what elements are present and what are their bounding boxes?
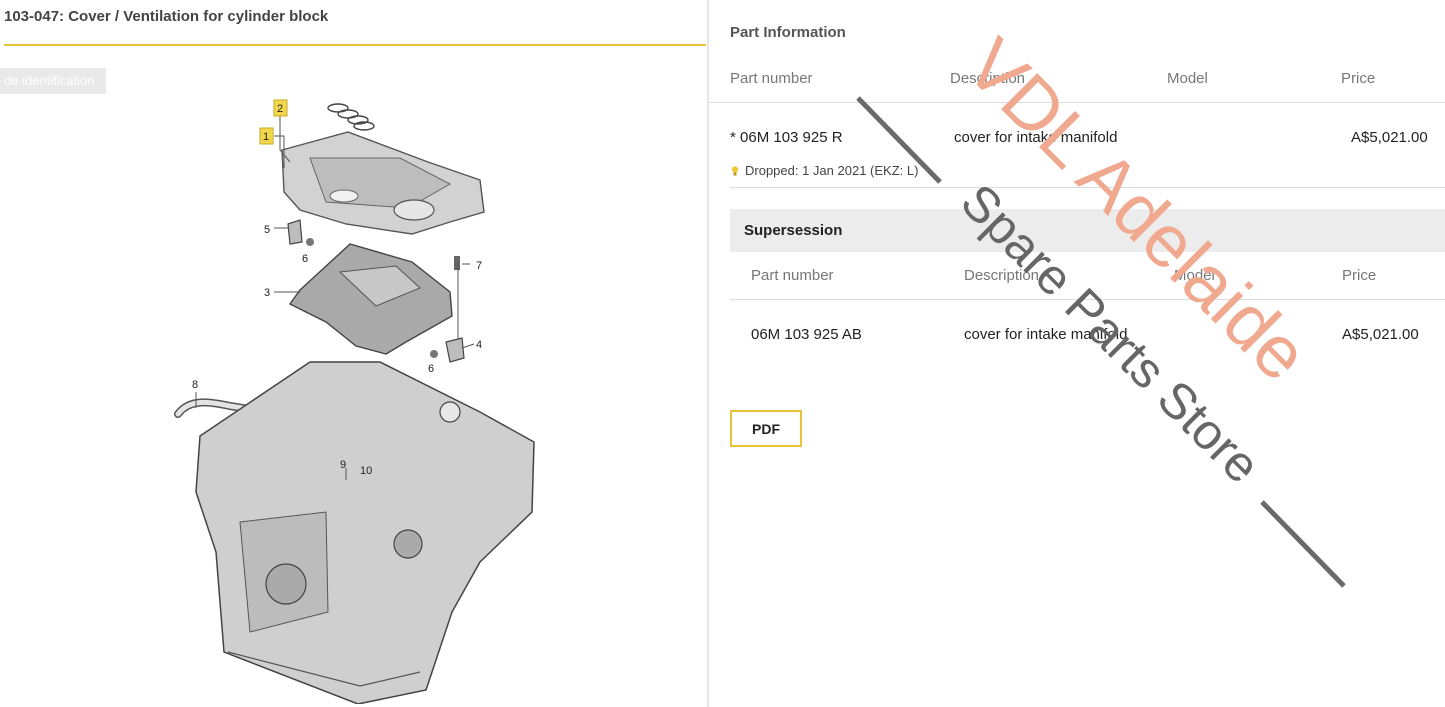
part-description: cover for intake manifold <box>954 129 1118 146</box>
supersession-header-divider <box>730 299 1445 300</box>
part-information-panel: Part Information Part number Description… <box>709 0 1445 707</box>
column-header-description[interactable]: Description <box>950 70 1025 87</box>
supersession-description: cover for intake manifold <box>964 326 1128 343</box>
callout-label[interactable]: 8 <box>192 379 198 391</box>
bracket-part-4[interactable] <box>287 219 303 245</box>
title-underline <box>4 44 706 46</box>
supersession-column-part-number[interactable]: Part number <box>751 267 834 284</box>
column-header-model[interactable]: Model <box>1167 70 1208 87</box>
column-header-price[interactable]: Price <box>1341 70 1375 87</box>
callout-label[interactable]: 3 <box>264 287 270 299</box>
dropped-note-text: Dropped: 1 Jan 2021 (EKZ: L) <box>745 163 919 178</box>
callout-label[interactable]: 1 <box>263 131 269 143</box>
part-information-heading: Part Information <box>730 24 846 41</box>
supersession-price: A$5,021.00 <box>1342 326 1419 343</box>
header-divider <box>709 102 1445 103</box>
pdf-button[interactable]: PDF <box>730 410 802 447</box>
callout-label[interactable]: 6 <box>428 363 434 375</box>
supersession-column-model[interactable]: Model <box>1174 267 1215 284</box>
callout-label[interactable]: 6 <box>302 253 308 265</box>
supersession-heading: Supersession <box>744 222 843 239</box>
callout-label[interactable]: 9 <box>340 459 346 471</box>
part-number[interactable]: * 06M 103 925 R <box>730 129 843 146</box>
row-divider <box>730 187 1445 188</box>
supersession-column-description[interactable]: Description <box>964 267 1039 284</box>
page: 103-047: Cover / Ventilation for cylinde… <box>0 0 1445 707</box>
callout-label[interactable]: 10 <box>360 465 372 477</box>
vehicle-identification-button[interactable]: de identification <box>0 68 106 94</box>
part-price: A$5,021.00 <box>1351 129 1428 146</box>
dropped-note: Dropped: 1 Jan 2021 (EKZ: L) <box>731 163 918 178</box>
callout-label[interactable]: 4 <box>476 339 482 351</box>
o-ring-set-part[interactable] <box>327 103 375 131</box>
diagram-panel: 103-047: Cover / Ventilation for cylinde… <box>0 0 707 707</box>
column-header-part-number[interactable]: Part number <box>730 70 813 87</box>
bracket-part-5[interactable] <box>445 337 465 363</box>
callout-label[interactable]: 5 <box>264 224 270 236</box>
callout-label[interactable]: 7 <box>476 260 482 272</box>
callout-label[interactable]: 2 <box>277 103 283 115</box>
diagram-title: 103-047: Cover / Ventilation for cylinde… <box>4 8 329 25</box>
supersession-part-number[interactable]: 06M 103 925 AB <box>751 326 862 343</box>
supersession-column-price[interactable]: Price <box>1342 267 1376 284</box>
lightbulb-icon <box>731 166 739 176</box>
exploded-parts-diagram[interactable]: 2 1 5 6 3 7 4 6 8 9 10 <box>150 92 550 704</box>
